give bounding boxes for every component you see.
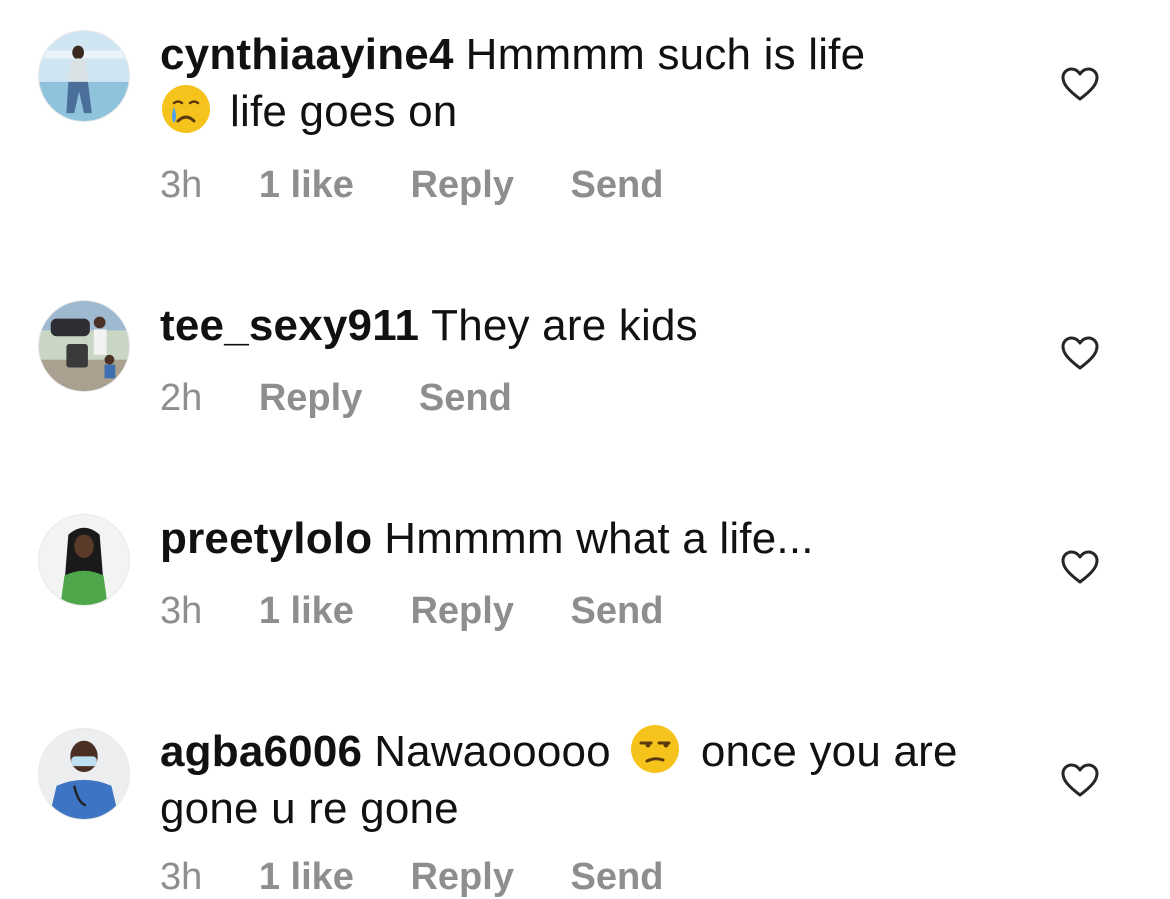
- comment-item: agba6006 Nawaooooo once you are gone u re…: [0, 690, 1170, 898]
- comment-username[interactable]: tee_sexy911: [160, 301, 419, 350]
- comment-text: preetylolo Hmmmm what a life...: [160, 510, 980, 567]
- comment-meta: 2h Reply Send: [160, 377, 558, 420]
- avatar[interactable]: [38, 728, 130, 820]
- comment-timestamp: 3h: [160, 856, 203, 898]
- reply-button[interactable]: Reply: [259, 377, 362, 419]
- comment-item: cynthiaayine4 Hmmmm such is life life goe…: [0, 0, 1170, 240]
- comment-body-continued: life goes on: [230, 87, 458, 136]
- avatar-image: [39, 729, 129, 819]
- send-button[interactable]: Send: [571, 856, 664, 898]
- avatar-image: [39, 301, 129, 391]
- like-count[interactable]: 1 like: [259, 164, 354, 206]
- reply-button[interactable]: Reply: [410, 856, 513, 898]
- comment-username[interactable]: preetylolo: [160, 514, 372, 563]
- heart-icon[interactable]: [1060, 66, 1100, 102]
- send-button[interactable]: Send: [571, 590, 664, 632]
- like-count[interactable]: 1 like: [259, 856, 354, 898]
- avatar-image: [39, 31, 129, 121]
- heart-icon[interactable]: [1060, 549, 1100, 585]
- avatar[interactable]: [38, 514, 130, 606]
- comment-meta: 3h 1 like Reply Send: [160, 856, 709, 899]
- comment-body: Hmmmm what a life...: [384, 514, 814, 563]
- comment-text: agba6006 Nawaooooo once you are gone u re…: [160, 723, 980, 837]
- avatar-image: [39, 515, 129, 605]
- comment-item: preetylolo Hmmmm what a life... 3h 1 like…: [0, 470, 1170, 690]
- comment-timestamp: 3h: [160, 164, 203, 206]
- comment-body: They are kids: [431, 301, 698, 350]
- comment-body: Nawaooooo: [374, 727, 611, 776]
- comment-meta: 3h 1 like Reply Send: [160, 164, 709, 207]
- heart-icon[interactable]: [1060, 762, 1100, 798]
- comment-timestamp: 3h: [160, 590, 203, 632]
- comment-text: cynthiaayine4 Hmmmm such is life life goe…: [160, 26, 980, 140]
- send-button[interactable]: Send: [419, 377, 512, 419]
- avatar[interactable]: [38, 300, 130, 392]
- send-button[interactable]: Send: [571, 164, 664, 206]
- comment-body: Hmmmm such is life: [465, 30, 866, 79]
- crying-face-emoji: [160, 83, 212, 135]
- reply-button[interactable]: Reply: [410, 590, 513, 632]
- heart-icon[interactable]: [1060, 335, 1100, 371]
- unamused-face-emoji: [629, 723, 681, 775]
- avatar[interactable]: [38, 30, 130, 122]
- comment-username[interactable]: cynthiaayine4: [160, 30, 454, 79]
- comment-meta: 3h 1 like Reply Send: [160, 590, 709, 633]
- comment-timestamp: 2h: [160, 377, 203, 419]
- comment-item: tee_sexy911 They are kids 2h Reply Send: [0, 240, 1170, 470]
- like-count[interactable]: 1 like: [259, 590, 354, 632]
- reply-button[interactable]: Reply: [410, 164, 513, 206]
- comment-username[interactable]: agba6006: [160, 727, 362, 776]
- comment-text: tee_sexy911 They are kids: [160, 297, 980, 354]
